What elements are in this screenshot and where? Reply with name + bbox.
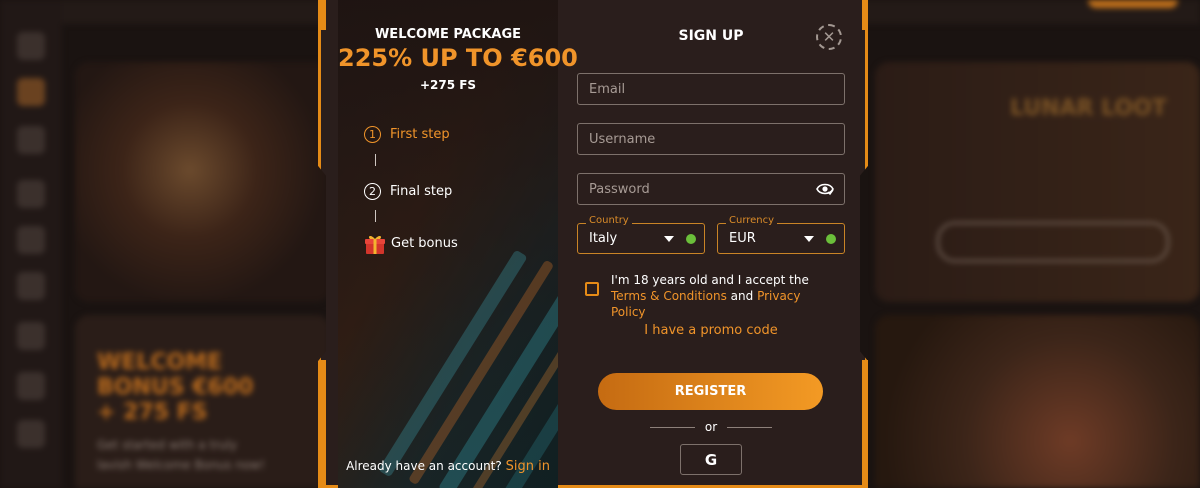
email-field[interactable] xyxy=(577,73,845,105)
step-label: First step xyxy=(390,127,450,142)
background-game-card xyxy=(75,62,330,302)
step-label: Final step xyxy=(390,184,453,199)
step-final: 2 Final step xyxy=(364,183,452,200)
country-legend: Country xyxy=(586,215,632,226)
or-label: or xyxy=(704,420,718,434)
welcome-package-title: WELCOME PACKAGE xyxy=(374,27,522,42)
background-sidebar-icon xyxy=(17,32,45,60)
google-icon: G xyxy=(704,450,718,469)
signin-prompt-row: Already have an account? Sign in xyxy=(338,459,558,474)
gift-icon xyxy=(365,235,385,254)
background-welcome-heading: WELCOME BONUS €600 + 275 FS xyxy=(97,350,254,425)
or-divider: or xyxy=(650,420,772,434)
terms-prefix: I'm 18 years old and I accept the xyxy=(611,273,809,287)
terms-text: I'm 18 years old and I accept the Terms … xyxy=(611,272,836,320)
currency-select[interactable]: Currency EUR xyxy=(717,215,845,254)
welcome-package-amount: 225% UP TO €600 xyxy=(338,44,578,72)
sign-in-link[interactable]: Sign in xyxy=(506,459,550,474)
google-signin-button[interactable]: G xyxy=(680,444,742,475)
valid-check-icon xyxy=(826,234,836,244)
terms-and: and xyxy=(726,289,758,303)
step-connector xyxy=(375,210,376,222)
step-first: 1 First step xyxy=(364,126,450,143)
currency-legend: Currency xyxy=(726,215,778,226)
terms-conditions-link[interactable]: Terms & Conditions xyxy=(611,289,727,303)
background-sidebar-icon xyxy=(17,420,45,448)
country-value: Italy xyxy=(589,231,618,246)
close-icon[interactable]: ✕ xyxy=(816,24,842,50)
promo-code-link[interactable]: I have a promo code xyxy=(578,323,844,338)
password-input[interactable] xyxy=(578,174,844,204)
username-field[interactable] xyxy=(577,123,845,155)
terms-checkbox[interactable] xyxy=(585,282,599,296)
background-promo-card: LUNAR LOOT xyxy=(875,62,1200,302)
divider-line xyxy=(727,426,772,428)
chevron-down-icon xyxy=(664,236,674,242)
register-label: REGISTER xyxy=(674,384,747,399)
step-number: 2 xyxy=(364,183,381,200)
username-input[interactable] xyxy=(578,124,844,154)
background-sidebar-icon xyxy=(17,322,45,350)
step-label: Get bonus xyxy=(391,236,458,251)
background-sidebar-icon xyxy=(17,180,45,208)
background-sidebar-icon xyxy=(17,226,45,254)
chevron-down-icon xyxy=(804,236,814,242)
background-sidebar-icon xyxy=(17,78,45,106)
step-connector xyxy=(375,154,376,166)
background-sidebar-icon xyxy=(17,372,45,400)
frame-decoration xyxy=(320,0,326,30)
currency-value: EUR xyxy=(729,231,756,246)
signup-title: SIGN UP xyxy=(678,28,744,44)
background-mascot-card xyxy=(875,315,1200,488)
background-action-pill xyxy=(1088,0,1178,8)
welcome-package-free-spins: +275 FS xyxy=(419,78,477,92)
frame-decoration xyxy=(862,360,868,488)
background-promo-button xyxy=(937,222,1169,262)
country-select[interactable]: Country Italy xyxy=(577,215,705,254)
background-sidebar-icon xyxy=(17,272,45,300)
email-input[interactable] xyxy=(578,74,844,104)
background-welcome-text: Get started with a truly lavish Welcome … xyxy=(97,438,265,472)
divider-line xyxy=(650,426,695,428)
background-sidebar xyxy=(0,0,62,488)
background-promo-heading: LUNAR LOOT xyxy=(1010,96,1167,121)
eye-icon[interactable] xyxy=(816,182,834,196)
background-sidebar-icon xyxy=(17,126,45,154)
step-number: 1 xyxy=(364,126,381,143)
frame-decoration xyxy=(320,360,326,488)
valid-check-icon xyxy=(686,234,696,244)
password-field[interactable] xyxy=(577,173,845,205)
background-welcome-card: WELCOME BONUS €600 + 275 FS Get started … xyxy=(75,315,330,488)
frame-decoration xyxy=(862,0,868,30)
step-get-bonus: Get bonus xyxy=(391,236,458,251)
signin-prompt: Already have an account? xyxy=(346,459,502,473)
register-button[interactable]: REGISTER xyxy=(598,373,823,410)
